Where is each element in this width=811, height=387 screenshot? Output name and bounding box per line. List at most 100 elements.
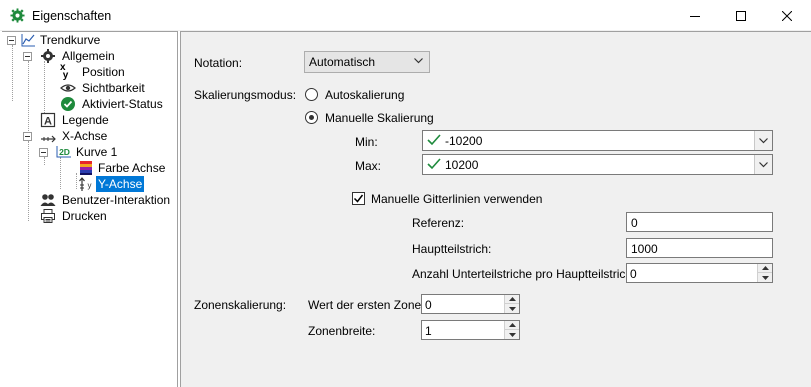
gear-icon: [41, 49, 55, 63]
tree-item-x-achse[interactable]: X-Achse: [2, 128, 178, 144]
xy-position-icon: x y: [60, 62, 69, 81]
printer-icon: [41, 209, 55, 223]
collapse-icon[interactable]: [7, 36, 16, 45]
manuelle-skalierung-label[interactable]: Manuelle Skalierung: [325, 111, 434, 125]
tree-item-label: Sichtbarkeit: [82, 81, 145, 95]
hauptteilstrich-label: Hauptteilstrich:: [412, 242, 492, 256]
title-bar: Eigenschaften: [0, 0, 811, 31]
tree-item-label: Kurve 1: [76, 145, 118, 159]
stepper-up-button[interactable]: [505, 295, 519, 304]
max-dropdown-button[interactable]: [754, 155, 772, 174]
tree-item-label: Farbe Achse: [98, 161, 166, 175]
stepper-up-button[interactable]: [758, 264, 772, 273]
erste-zone-stepper[interactable]: 0: [421, 294, 520, 314]
min-value: -10200: [445, 134, 483, 148]
tree-item-drucken[interactable]: Drucken: [2, 208, 178, 224]
tree-item-sichtbarkeit[interactable]: Sichtbarkeit: [2, 80, 178, 96]
color-gradient-icon: [80, 161, 92, 175]
caret-down-icon: [761, 275, 769, 280]
minimize-button[interactable]: [672, 0, 718, 31]
collapse-icon[interactable]: [39, 148, 48, 157]
checkmark-icon: [427, 158, 441, 170]
max-label: Max:: [355, 159, 382, 173]
tree-item-kurve-1[interactable]: 2D Kurve 1: [2, 144, 178, 160]
close-icon: [782, 10, 792, 21]
legend-icon: A: [40, 112, 56, 128]
caret-up-icon: [508, 297, 516, 301]
curve-2d-icon: 2D: [56, 146, 71, 158]
collapse-icon[interactable]: [23, 132, 32, 141]
caret-down-icon: [508, 306, 516, 311]
zonenbreite-stepper[interactable]: 1: [421, 320, 520, 340]
eye-icon: [60, 84, 76, 92]
tree-item-legende[interactable]: A Legende: [2, 112, 178, 128]
trend-chart-icon: [21, 34, 35, 47]
referenz-value: 0: [631, 216, 638, 230]
property-panel: Notation: Automatisch Skalierungsmodus: …: [180, 31, 811, 387]
hauptteilstrich-value: 1000: [631, 242, 658, 256]
min-value-combo[interactable]: -10200: [422, 130, 773, 151]
tree-item-trendkurve[interactable]: Trendkurve: [2, 32, 178, 48]
stepper-down-button[interactable]: [758, 273, 772, 282]
tree-item-allgemein[interactable]: Allgemein: [2, 48, 178, 64]
tree-item-label: Aktiviert-Status: [82, 97, 163, 111]
collapse-icon[interactable]: [23, 52, 32, 61]
stepper-down-button[interactable]: [505, 304, 519, 313]
tree-item-label: Y-Achse: [96, 176, 145, 192]
min-dropdown-button[interactable]: [754, 131, 772, 150]
users-icon: [40, 194, 56, 206]
manuelle-gitterlinien-checkbox[interactable]: [352, 192, 365, 205]
referenz-input[interactable]: 0: [626, 212, 773, 232]
autoskalierung-label[interactable]: Autoskalierung: [325, 88, 404, 102]
tree-item-benutzer-interaktion[interactable]: Benutzer-Interaktion: [2, 192, 178, 208]
stepper-up-button[interactable]: [505, 321, 519, 330]
checkmark-icon: [427, 134, 441, 146]
caret-up-icon: [761, 266, 769, 270]
x-axis-icon: [41, 135, 56, 143]
check-circle-icon: [61, 97, 75, 111]
property-tree[interactable]: Trendkurve Allgemein x y Position Sichtb…: [2, 31, 178, 387]
chevron-down-icon: [759, 161, 768, 167]
tree-item-label: Benutzer-Interaktion: [62, 193, 171, 207]
checkmark-icon: [353, 194, 364, 203]
svg-text:2D: 2D: [59, 147, 70, 157]
notation-value: Automatisch: [309, 55, 376, 69]
manuelle-skalierung-radio[interactable]: [305, 111, 318, 124]
tree-item-y-achse[interactable]: y Y-Achse: [2, 176, 178, 192]
chevron-down-icon: [759, 137, 768, 143]
notation-label: Notation:: [194, 56, 243, 70]
erste-zone-label: Wert der ersten Zone:: [308, 298, 425, 312]
max-value: 10200: [445, 158, 479, 172]
tree-item-label: Trendkurve: [40, 33, 101, 47]
tree-item-label: Position: [82, 65, 125, 79]
notation-dropdown[interactable]: Automatisch: [304, 51, 430, 73]
referenz-label: Referenz:: [412, 216, 465, 230]
tree-item-label: Legende: [62, 113, 109, 127]
stepper-down-button[interactable]: [505, 330, 519, 339]
min-label: Min:: [355, 135, 378, 149]
hauptteilstrich-input[interactable]: 1000: [626, 238, 773, 258]
tree-item-position[interactable]: x y Position: [2, 62, 178, 81]
zonenbreite-label: Zonenbreite:: [308, 324, 376, 338]
caret-up-icon: [508, 323, 516, 327]
chevron-down-icon: [414, 58, 423, 64]
tree-item-farbe-achse[interactable]: Farbe Achse: [2, 160, 178, 176]
tree-item-aktiviert-status[interactable]: Aktiviert-Status: [2, 96, 178, 112]
unterteilstriche-value: 0: [630, 267, 637, 281]
manuelle-gitterlinien-label[interactable]: Manuelle Gitterlinien verwenden: [371, 192, 542, 206]
maximize-button[interactable]: [718, 0, 764, 31]
svg-text:y: y: [88, 181, 92, 190]
unterteilstriche-stepper[interactable]: 0: [626, 263, 773, 283]
tree-item-label: Drucken: [62, 209, 107, 223]
tree-item-label: X-Achse: [62, 129, 108, 143]
y-axis-icon: y: [79, 177, 92, 191]
autoskalierung-radio[interactable]: [305, 88, 318, 101]
tree-item-label: Allgemein: [62, 49, 115, 63]
zonenbreite-value: 1: [425, 324, 432, 338]
svg-text:A: A: [44, 116, 52, 128]
caret-down-icon: [508, 332, 516, 337]
skalierungsmodus-label: Skalierungsmodus:: [194, 88, 297, 102]
max-value-combo[interactable]: 10200: [422, 154, 773, 175]
gear-icon: [10, 8, 25, 23]
close-button[interactable]: [764, 0, 810, 31]
